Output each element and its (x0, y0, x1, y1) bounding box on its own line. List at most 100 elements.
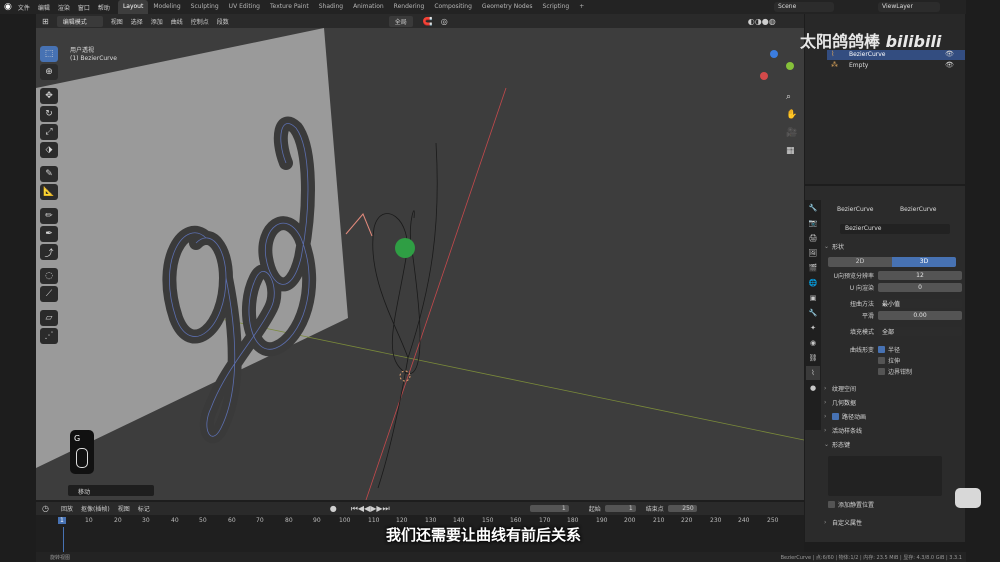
annotate-tool[interactable]: ✎ (40, 166, 58, 182)
dim-3d-button[interactable]: 3D (892, 257, 956, 267)
draw-tool[interactable]: ✏ (40, 208, 58, 224)
view-layer-tab-icon[interactable]: 🖼 (806, 246, 820, 260)
playhead-line[interactable] (63, 527, 64, 552)
3d-viewport[interactable]: 用户透视 (1) BezierCurve ⌕ ✋ 🎥 ▦ G 移动 (36, 28, 804, 500)
tab-geometry-nodes[interactable]: Geometry Nodes (477, 0, 538, 14)
current-frame-marker[interactable]: 1 (58, 517, 66, 524)
section-shape-keys[interactable]: ⌄ 形态键 (824, 438, 962, 450)
tilt-tool[interactable]: ⟋ (40, 286, 58, 302)
transform-orientation[interactable]: 全局 (388, 15, 413, 27)
tab-rendering[interactable]: Rendering (389, 0, 430, 14)
section-geometry[interactable]: › 几何数据 (824, 396, 962, 408)
tab-layout[interactable]: Layout (117, 0, 149, 14)
header-menu-view[interactable]: 视图 (111, 17, 123, 26)
shear-tool[interactable]: ▱ (40, 310, 58, 326)
add-rest-position-row[interactable]: 添加静置位置 (828, 500, 874, 509)
outliner-row-empty[interactable]: ⁂ Empty 👁 (827, 61, 965, 71)
twist-method-dropdown[interactable]: 最小值 (878, 299, 962, 308)
shape-keys-list[interactable] (828, 456, 942, 496)
checkbox-off[interactable] (878, 357, 885, 364)
hand-icon[interactable]: ✋ (786, 110, 797, 120)
u-render-field[interactable]: 0 (878, 283, 962, 292)
checkbox-off[interactable] (828, 501, 835, 508)
start-field[interactable]: 1 (604, 505, 636, 512)
scene-tab-icon[interactable]: 🎬 (806, 261, 820, 275)
tab-animation[interactable]: Animation (348, 0, 389, 14)
checkbox-off[interactable] (878, 368, 885, 375)
blender-logo-icon[interactable]: ◉ (4, 2, 12, 12)
dim-2d-button[interactable]: 2D (828, 257, 892, 267)
end-field[interactable]: 250 (667, 505, 697, 512)
render-tab-icon[interactable]: 📷 (806, 216, 820, 230)
operator-panel[interactable]: 移动 (68, 485, 154, 496)
tool-tab-icon[interactable]: 🔧 (806, 201, 820, 215)
snap-icon[interactable]: 🧲 (423, 17, 433, 26)
header-menu-select[interactable]: 选择 (131, 17, 143, 26)
datablock-selector[interactable]: BezierCurve (840, 224, 950, 234)
shading-modes-icon[interactable]: ◐◑●◍ (748, 17, 776, 26)
u-resolution-field[interactable]: 12 (878, 271, 962, 280)
menu-window[interactable]: 窗口 (78, 3, 90, 12)
zoom-icon[interactable]: ⌕ (786, 92, 791, 102)
timeline-menu-view[interactable]: 视图 (118, 504, 130, 513)
stretch-checkbox[interactable]: 拉伸 (878, 356, 900, 365)
particles-tab-icon[interactable]: ✦ (806, 321, 820, 335)
section-active-spline[interactable]: › 活动样条线 (824, 424, 962, 436)
menu-edit[interactable]: 编辑 (38, 3, 50, 12)
editor-type-icon[interactable]: ⊞ (42, 17, 49, 26)
checkbox-on[interactable] (832, 412, 839, 420)
radius-tool[interactable]: ◌ (40, 268, 58, 284)
measure-tool[interactable]: 📐 (40, 184, 58, 200)
transform-tool[interactable]: ⬗ (40, 142, 58, 158)
section-texture-space[interactable]: › 纹理空间 (824, 382, 962, 394)
mode-selector[interactable]: 编辑模式 (56, 15, 103, 27)
modifier-tab-icon[interactable]: 🔧 (806, 306, 820, 320)
data-tab-icon[interactable]: ⌇ (806, 366, 820, 380)
section-path-animation[interactable]: › 路径动画 (824, 410, 962, 422)
smooth-field[interactable]: 0.00 (878, 311, 962, 320)
view-layer-selector[interactable]: ViewLayer (878, 2, 940, 12)
current-frame-field[interactable]: 1 (529, 505, 569, 512)
menu-help[interactable]: 帮助 (98, 3, 110, 12)
rotate-tool[interactable]: ↻ (40, 106, 58, 122)
section-custom-props[interactable]: › 自定义属性 (824, 516, 962, 528)
move-tool[interactable]: ✥ (40, 88, 58, 104)
menu-file[interactable]: 文件 (18, 3, 30, 12)
timeline-menu-keying[interactable]: 抠像(插帧) (81, 504, 110, 513)
editor-type-icon[interactable]: ◷ (42, 504, 49, 513)
header-menu-segments[interactable]: 段数 (217, 17, 229, 26)
playback-controls[interactable]: ⏮◀◀▶▶⏭ (351, 504, 390, 514)
scene-selector[interactable]: Scene (774, 2, 834, 12)
fill-mode-dropdown[interactable]: 全部 (878, 327, 962, 336)
visibility-eye-icon[interactable]: 👁 (945, 50, 954, 58)
extrude-tool[interactable]: ⤴ (40, 244, 58, 260)
navigation-gizmo[interactable] (758, 50, 798, 90)
tab-uv-editing[interactable]: UV Editing (224, 0, 265, 14)
cursor-tool[interactable]: ⊕ (40, 64, 58, 80)
menu-render[interactable]: 渲染 (58, 3, 70, 12)
output-tab-icon[interactable]: 🖨 (806, 231, 820, 245)
camera-icon[interactable]: 🎥 (786, 128, 797, 138)
timeline-menu-marker[interactable]: 标记 (138, 504, 150, 513)
proportional-edit-icon[interactable]: ◎ (441, 17, 448, 26)
physics-tab-icon[interactable]: ◉ (806, 336, 820, 350)
randomize-tool[interactable]: ⋰ (40, 328, 58, 344)
header-menu-control-points[interactable]: 控制点 (191, 17, 209, 26)
material-tab-icon[interactable]: ● (806, 381, 820, 395)
section-shape[interactable]: ⌄ 形状 (824, 240, 962, 252)
bounds-checkbox[interactable]: 边界钳制 (878, 367, 912, 376)
tab-modeling[interactable]: Modeling (148, 0, 185, 14)
visibility-eye-icon[interactable]: 👁 (945, 61, 954, 69)
pen-tool[interactable]: ✒ (40, 226, 58, 242)
header-menu-curve[interactable]: 曲线 (171, 17, 183, 26)
tab-texture-paint[interactable]: Texture Paint (265, 0, 314, 14)
grid-view-icon[interactable]: ▦ (786, 146, 795, 156)
checkbox-on[interactable] (878, 346, 885, 353)
select-box-tool[interactable]: ⬚ (40, 46, 58, 62)
scale-tool[interactable]: ⤢ (40, 124, 58, 140)
tab-scripting[interactable]: Scripting (538, 0, 575, 14)
tab-compositing[interactable]: Compositing (429, 0, 477, 14)
add-workspace-button[interactable]: + (574, 0, 589, 14)
tab-sculpting[interactable]: Sculpting (186, 0, 224, 14)
object-tab-icon[interactable]: ▣ (806, 291, 820, 305)
